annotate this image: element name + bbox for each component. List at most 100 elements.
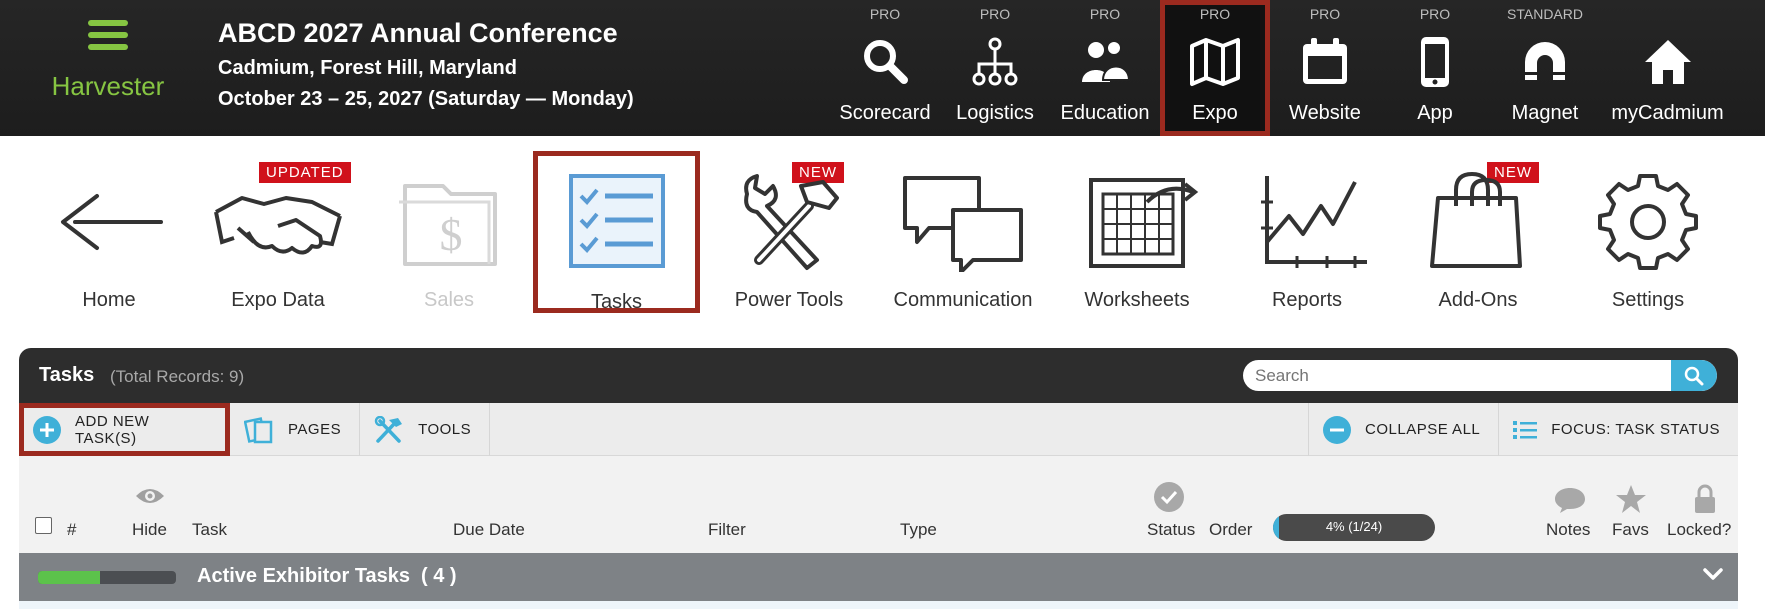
topnav-label: Scorecard <box>839 102 931 124</box>
minus-circle-icon <box>1323 415 1352 444</box>
dollar-folder-icon: $ <box>399 184 497 266</box>
collapse-all-button[interactable]: COLLAPSE ALL <box>1308 403 1498 456</box>
tasks-panel: Tasks (Total Records: 9) ADD NEW TASK(S)… <box>19 348 1738 609</box>
calendar-icon <box>1303 38 1347 84</box>
topnav-app[interactable]: PRO App <box>1380 0 1490 136</box>
col-number: # <box>67 520 77 539</box>
tool-label: Settings <box>1611 289 1685 311</box>
brand-name: Harvester <box>51 71 165 101</box>
pages-button[interactable]: PAGES <box>230 403 361 456</box>
topnav-expo[interactable]: PRO Expo <box>1160 0 1270 136</box>
tier-label: PRO <box>1199 6 1231 22</box>
col-locked[interactable]: Locked? <box>1667 520 1731 540</box>
tool-expo-data[interactable]: UPDATED Expo Data <box>203 154 353 311</box>
tool-add-ons[interactable]: NEW Add-Ons <box>1403 154 1553 311</box>
focus-task-status-button[interactable]: FOCUS: TASK STATUS <box>1498 403 1738 456</box>
tool-power-tools[interactable]: NEW Power Tools <box>714 154 864 311</box>
conference-location: Cadmium, Forest Hill, Maryland <box>218 57 517 79</box>
conference-title: ABCD 2027 Annual Conference <box>218 18 618 48</box>
tier-label: PRO <box>1419 6 1451 22</box>
column-headers: # Hide Task Due Date Filter Type Status … <box>19 456 1738 553</box>
tool-reports[interactable]: Reports <box>1232 154 1382 311</box>
action-bar: ADD NEW TASK(S) PAGES TOOLS COLLAPSE ALL… <box>19 403 1738 456</box>
tool-label: Add-Ons <box>1438 289 1518 311</box>
tool-label: Worksheets <box>1084 289 1190 311</box>
tool-worksheets[interactable]: Worksheets <box>1062 154 1212 311</box>
star-icon <box>1616 485 1646 513</box>
lock-icon <box>1695 484 1715 513</box>
tool-label: Home <box>82 289 136 311</box>
tool-home[interactable]: Home <box>34 154 184 311</box>
top-navigation: PRO Scorecard PRO Logistics PRO Educatio… <box>830 0 1735 136</box>
overall-progress-bar: 4% (1/24) <box>1273 514 1435 541</box>
chevron-down-icon[interactable] <box>1702 567 1724 581</box>
tier-label: PRO <box>1309 6 1341 22</box>
group-progress-fill <box>38 571 101 584</box>
col-favs[interactable]: Favs <box>1612 520 1649 540</box>
tier-label: PRO <box>1089 6 1121 22</box>
tier-label: STANDARD <box>1507 6 1583 22</box>
search-input[interactable] <box>1255 360 1655 391</box>
col-order[interactable]: Order <box>1209 520 1252 540</box>
col-task[interactable]: Task <box>192 520 227 540</box>
people-icon <box>1082 40 1131 82</box>
pages-icon <box>244 416 274 444</box>
tool-label: Tasks <box>590 291 643 313</box>
topnav-website[interactable]: PRO Website <box>1270 0 1380 136</box>
speech-bubble-icon <box>1555 488 1585 513</box>
panel-header: Tasks (Total Records: 9) <box>19 348 1738 403</box>
group-progress-bar <box>38 571 176 584</box>
arrow-left-icon <box>61 194 163 250</box>
tools-button[interactable]: TOOLS <box>360 403 491 456</box>
col-due-date[interactable]: Due Date <box>453 520 525 540</box>
wrench-hammer-icon <box>744 174 839 270</box>
tool-settings[interactable]: Settings <box>1573 154 1723 311</box>
svg-text:$: $ <box>440 209 463 260</box>
speech-bubbles-icon <box>903 176 1023 272</box>
tools-label: TOOLS <box>418 421 472 438</box>
action-bar-right: COLLAPSE ALL FOCUS: TASK STATUS <box>1308 403 1738 456</box>
conference-info: ABCD 2027 Annual Conference Cadmium, For… <box>218 18 634 111</box>
tool-tasks[interactable]: Tasks <box>533 151 700 313</box>
topnav-education[interactable]: PRO Education <box>1050 0 1160 136</box>
group-header-active-exhibitor-tasks[interactable]: Active Exhibitor Tasks ( 4 ) <box>19 553 1738 601</box>
topnav-label: Website <box>1289 102 1361 124</box>
col-type[interactable]: Type <box>900 520 937 540</box>
add-new-task-label: ADD NEW TASK(S) <box>75 412 150 447</box>
plus-circle-icon <box>33 415 61 444</box>
collapse-all-label: COLLAPSE ALL <box>1365 421 1481 438</box>
brand[interactable]: Harvester <box>38 20 178 102</box>
search-button[interactable] <box>1671 360 1717 391</box>
line-graph-icon <box>1261 176 1367 268</box>
select-all-checkbox[interactable] <box>35 517 52 534</box>
col-notes[interactable]: Notes <box>1546 520 1590 540</box>
group-count: ( 4 ) <box>421 565 457 587</box>
search-icon <box>1684 366 1704 386</box>
home-icon <box>1644 40 1691 84</box>
conference-dates: October 23 – 25, 2027 (Saturday — Monday… <box>218 88 634 110</box>
eye-icon <box>136 489 164 503</box>
tool-sales[interactable]: $ Sales <box>374 154 524 311</box>
org-chart-icon <box>972 37 1018 86</box>
col-status[interactable]: Status <box>1147 520 1195 540</box>
tool-communication[interactable]: Communication <box>888 154 1038 311</box>
topnav-magnet[interactable]: STANDARD Magnet <box>1490 0 1600 136</box>
topnav-label: Magnet <box>1511 102 1579 124</box>
topnav-label: Logistics <box>956 102 1034 124</box>
topnav-label: myCadmium <box>1611 102 1724 124</box>
focus-label: FOCUS: TASK STATUS <box>1551 421 1720 438</box>
task-list-icon <box>568 174 665 268</box>
add-new-task-button[interactable]: ADD NEW TASK(S) <box>19 403 230 456</box>
topnav-logistics[interactable]: PRO Logistics <box>940 0 1050 136</box>
topnav-mycadmium[interactable]: myCadmium <box>1600 0 1735 136</box>
hamburger-menu-icon[interactable] <box>88 20 128 50</box>
col-hide[interactable]: Hide <box>132 520 167 540</box>
tool-label: Communication <box>893 289 1033 311</box>
tier-label: PRO <box>869 6 901 22</box>
shopping-bag-icon <box>1430 172 1522 268</box>
check-circle-icon <box>1154 482 1184 512</box>
col-filter[interactable]: Filter <box>708 520 746 540</box>
gear-icon <box>1598 174 1698 270</box>
tools-icon <box>374 415 404 444</box>
topnav-scorecard[interactable]: PRO Scorecard <box>830 0 940 136</box>
